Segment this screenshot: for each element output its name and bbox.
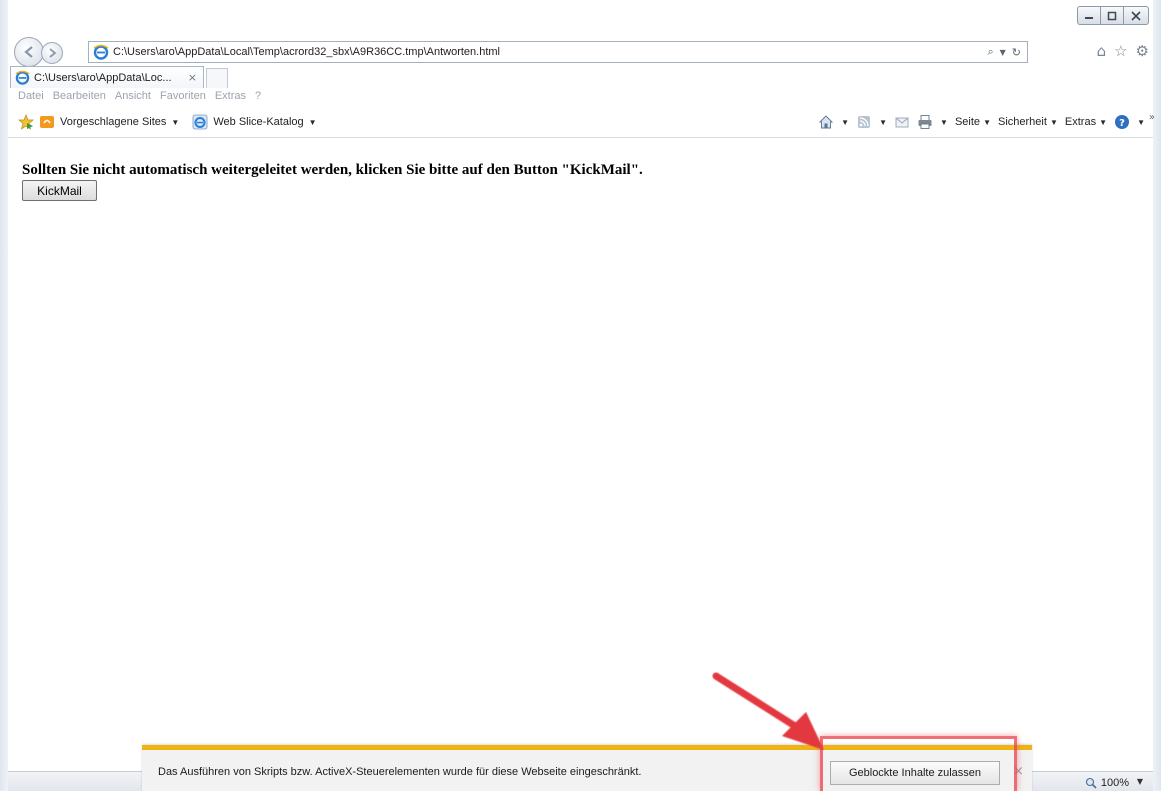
kickmail-button[interactable]: KickMail bbox=[22, 180, 97, 201]
search-icon[interactable]: ⌕ bbox=[987, 45, 993, 59]
chevron-down-icon[interactable]: ▼ bbox=[171, 118, 179, 127]
menu-item-extras[interactable]: Extras bbox=[215, 90, 246, 108]
chevron-down-icon: ▼ bbox=[983, 118, 991, 127]
menu-item-datei[interactable]: Datei bbox=[18, 90, 44, 108]
safety-menu[interactable]: Sicherheit ▼ bbox=[998, 116, 1058, 128]
chevron-down-icon[interactable]: ▼ bbox=[1137, 777, 1143, 786]
maximize-button[interactable] bbox=[1100, 6, 1124, 25]
redirect-message: Sollten Sie nicht automatisch weitergele… bbox=[22, 162, 643, 178]
web-slice-link[interactable]: Web Slice-Katalog bbox=[213, 116, 303, 128]
minimize-button[interactable] bbox=[1077, 6, 1101, 25]
notification-close-icon[interactable]: × bbox=[1013, 764, 1024, 779]
chevron-down-icon[interactable]: ▼ bbox=[841, 118, 849, 127]
tab-title: C:\Users\aro\AppData\Loc... bbox=[34, 71, 172, 84]
chevron-down-icon: ▼ bbox=[1099, 118, 1108, 127]
safety-menu-label: Sicherheit bbox=[998, 116, 1047, 128]
chevron-down-icon[interactable]: ▼ bbox=[940, 118, 948, 127]
tab-close-icon[interactable]: × bbox=[188, 71, 197, 84]
tools-menu[interactable]: Extras ▼ bbox=[1065, 116, 1107, 128]
page-menu-label: Seite bbox=[954, 116, 981, 128]
page-content: Sollten Sie nicht automatisch weitergele… bbox=[8, 138, 1153, 773]
favorites-star-icon[interactable] bbox=[18, 114, 34, 130]
close-icon bbox=[1131, 10, 1141, 21]
help-icon[interactable]: ? bbox=[1114, 114, 1130, 130]
minimize-icon bbox=[1085, 16, 1093, 19]
forward-icon bbox=[49, 48, 57, 58]
ie-logo-icon bbox=[192, 114, 208, 130]
address-controls: ⌕ ▼ ↻ bbox=[981, 42, 1027, 62]
favorites-links: Vorgeschlagene Sites ▼ Web Slice-Katalog… bbox=[18, 114, 317, 130]
chevron-down-icon[interactable]: ▼ bbox=[309, 118, 317, 127]
notification-bar: Das Ausführen von Skripts bzw. ActiveX-S… bbox=[142, 745, 1032, 791]
browser-right-icons: ⌂ ☆ ⚙ bbox=[1097, 42, 1149, 60]
allow-blocked-content-button[interactable]: Geblockte Inhalte zulassen bbox=[830, 761, 1000, 785]
suggested-sites-icon bbox=[40, 116, 54, 128]
ie-logo-icon bbox=[93, 44, 109, 60]
dropdown-caret-icon[interactable]: ▼ bbox=[1000, 48, 1006, 57]
menu-item-help[interactable]: ? bbox=[255, 90, 261, 108]
zoom-control[interactable]: 100% bbox=[1085, 777, 1129, 789]
address-url[interactable]: C:\Users\aro\AppData\Local\Temp\acrord32… bbox=[113, 46, 500, 58]
menu-bar: Datei Bearbeiten Ansicht Favoriten Extra… bbox=[18, 90, 1151, 108]
zoom-level: 100% bbox=[1100, 777, 1129, 789]
chevron-down-icon[interactable]: ▼ bbox=[1137, 118, 1145, 127]
suggested-sites-link[interactable]: Vorgeschlagene Sites bbox=[60, 116, 166, 128]
svg-text:?: ? bbox=[1119, 118, 1125, 129]
address-row: C:\Users\aro\AppData\Local\Temp\acrord32… bbox=[10, 37, 1151, 67]
window-frame-left bbox=[0, 0, 8, 791]
tools-menu-label: Extras bbox=[1064, 116, 1097, 128]
favorites-star-icon[interactable]: ☆ bbox=[1114, 42, 1127, 60]
feeds-icon[interactable] bbox=[856, 114, 872, 130]
print-icon[interactable] bbox=[917, 114, 933, 130]
tab-active[interactable]: C:\Users\aro\AppData\Loc... × bbox=[10, 66, 204, 88]
mail-icon[interactable] bbox=[894, 114, 910, 130]
refresh-icon[interactable]: ↻ bbox=[1012, 46, 1021, 59]
window-caption-buttons bbox=[1077, 6, 1149, 25]
zoom-icon bbox=[1085, 777, 1097, 789]
command-bar: ▼ ▼ ▼ Seite ▼ Sicherheit ▼ Extras ▼ ? ▼ bbox=[818, 114, 1145, 130]
ie-logo-icon bbox=[15, 70, 30, 85]
new-tab-button[interactable] bbox=[206, 68, 228, 88]
home-icon[interactable]: ⌂ bbox=[1097, 42, 1107, 60]
maximize-icon bbox=[1107, 11, 1117, 20]
menu-item-bearbeiten[interactable]: Bearbeiten bbox=[53, 90, 106, 108]
forward-button[interactable] bbox=[41, 42, 63, 64]
settings-gear-icon[interactable]: ⚙ bbox=[1136, 42, 1149, 60]
chevron-down-icon[interactable]: ▼ bbox=[879, 118, 887, 127]
menu-item-favoriten[interactable]: Favoriten bbox=[160, 90, 206, 108]
back-button[interactable] bbox=[14, 37, 44, 67]
address-bar[interactable]: C:\Users\aro\AppData\Local\Temp\acrord32… bbox=[88, 41, 1028, 63]
menu-item-ansicht[interactable]: Ansicht bbox=[115, 90, 151, 108]
close-window-button[interactable] bbox=[1123, 6, 1149, 25]
toolbar-overflow-icon[interactable]: » bbox=[1149, 112, 1155, 123]
back-icon bbox=[24, 46, 33, 58]
chevron-down-icon: ▼ bbox=[1049, 118, 1058, 127]
page-menu[interactable]: Seite ▼ bbox=[955, 116, 991, 128]
favorites-bar: Vorgeschlagene Sites ▼ Web Slice-Katalog… bbox=[18, 112, 1155, 134]
tab-row: C:\Users\aro\AppData\Loc... × bbox=[10, 66, 1151, 88]
notification-text: Das Ausführen von Skripts bzw. ActiveX-S… bbox=[158, 766, 642, 778]
browser-window: C:\Users\aro\AppData\Local\Temp\acrord32… bbox=[0, 0, 1161, 791]
home-icon[interactable] bbox=[818, 114, 834, 130]
